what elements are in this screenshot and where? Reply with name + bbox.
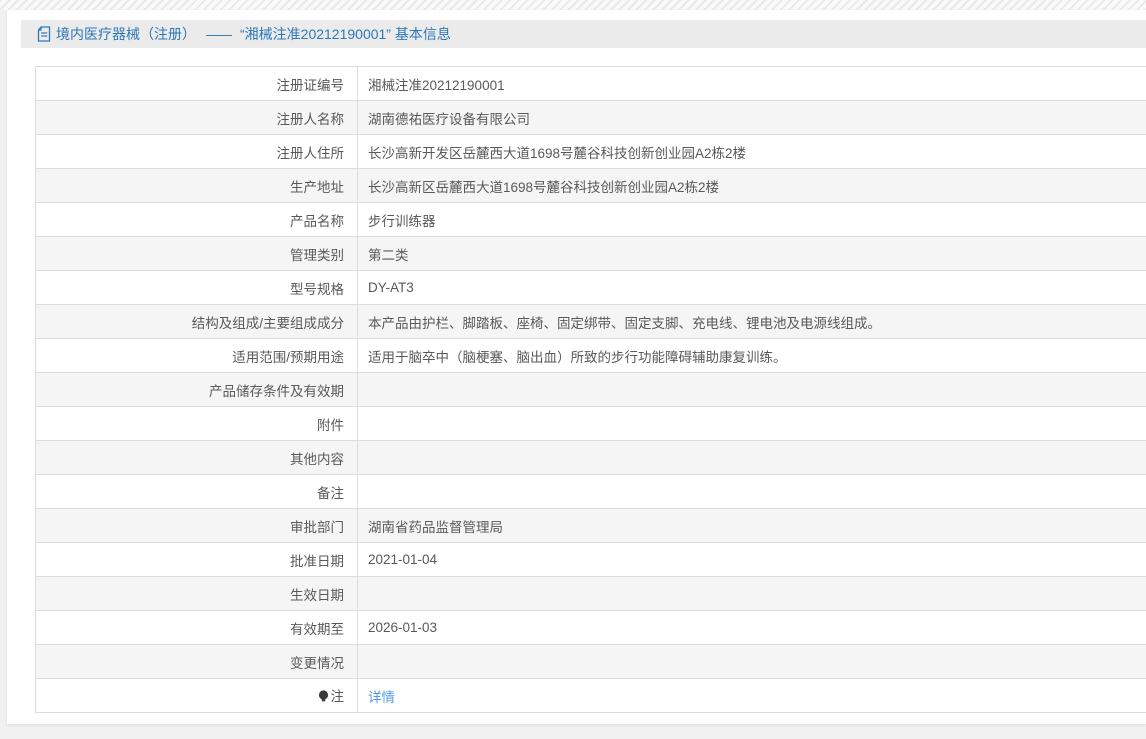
- row-label: 生效日期: [290, 587, 344, 603]
- row-value: 湘械注准20212190001: [368, 77, 505, 93]
- row-label: 产品储存条件及有效期: [209, 383, 344, 399]
- row-value: 步行训练器: [368, 213, 436, 229]
- row-value: 湖南省药品监督管理局: [368, 519, 503, 535]
- page-title-prefix: 境内医疗器械（注册）: [56, 26, 196, 42]
- table-row: 结构及组成/主要组成成分 本产品由护栏、脚踏板、座椅、固定绑带、固定支脚、充电线…: [35, 304, 1146, 339]
- page-title-bar: 境内医疗器械（注册） —— “湘械注准20212190001” 基本信息: [21, 20, 1146, 48]
- row-label: 管理类别: [290, 247, 344, 263]
- table-row: 生效日期: [35, 576, 1146, 611]
- row-value: 长沙高新区岳麓西大道1698号麓谷科技创新创业园A2栋2楼: [368, 179, 720, 195]
- row-value: 本产品由护栏、脚踏板、座椅、固定绑带、固定支脚、充电线、锂电池及电源线组成。: [368, 315, 881, 331]
- title-separator: ——: [206, 26, 232, 42]
- table-row: 其他内容: [35, 440, 1146, 475]
- page-title-cert-info: “湘械注准20212190001” 基本信息: [240, 26, 451, 42]
- table-row: 变更情况: [35, 644, 1146, 679]
- registration-info-table: 注册证编号 湘械注准20212190001 注册人名称 湖南德祐医疗设备有限公司: [35, 66, 1146, 713]
- table-row: 注 详情: [35, 678, 1146, 713]
- row-label: 变更情况: [290, 655, 344, 671]
- row-value: DY-AT3: [368, 280, 414, 295]
- row-label: 注册人住所: [276, 145, 345, 161]
- row-value: 2021-01-04: [368, 552, 438, 567]
- row-value: 长沙高新开发区岳麓西大道1698号麓谷科技创新创业园A2栋2楼: [368, 145, 747, 161]
- table-row: 附件: [35, 406, 1146, 441]
- row-label: 附件: [317, 417, 344, 433]
- table-row: 产品储存条件及有效期: [35, 372, 1146, 407]
- row-label: 型号规格: [290, 281, 344, 297]
- row-label: 备注: [317, 485, 344, 501]
- row-label: 注: [330, 689, 345, 704]
- details-link[interactable]: 详情: [368, 690, 395, 705]
- table-row: 有效期至 2026-01-03: [35, 610, 1146, 645]
- content-panel: 境内医疗器械（注册） —— “湘械注准20212190001” 基本信息 注册证…: [7, 10, 1146, 724]
- table-row: 管理类别 第二类: [35, 236, 1146, 271]
- row-label: 审批部门: [290, 519, 344, 535]
- row-label: 有效期至: [290, 621, 344, 637]
- row-label: 产品名称: [290, 213, 344, 229]
- row-label: 结构及组成/主要组成成分: [191, 315, 344, 331]
- row-value: 第二类: [368, 247, 409, 263]
- table-row: 审批部门 湖南省药品监督管理局: [35, 508, 1146, 543]
- row-label: 生产地址: [290, 179, 344, 195]
- table-row: 注册人名称 湖南德祐医疗设备有限公司: [35, 100, 1146, 135]
- row-label: 其他内容: [290, 451, 344, 467]
- document-icon: [37, 26, 51, 42]
- row-label: 适用范围/预期用途: [232, 349, 344, 365]
- table-row: 生产地址 长沙高新区岳麓西大道1698号麓谷科技创新创业园A2栋2楼: [35, 168, 1146, 203]
- row-label: 注册人名称: [276, 111, 345, 127]
- bulb-icon: [318, 690, 329, 706]
- table-row: 备注: [35, 474, 1146, 509]
- row-label: 注册证编号: [276, 77, 345, 93]
- table-row: 注册人住所 长沙高新开发区岳麓西大道1698号麓谷科技创新创业园A2栋2楼: [35, 134, 1146, 169]
- row-value: 2026-01-03: [368, 620, 438, 635]
- row-value: 湖南德祐医疗设备有限公司: [368, 111, 530, 127]
- table-row: 注册证编号 湘械注准20212190001: [35, 66, 1146, 101]
- page-top-stripe-texture: [0, 0, 1146, 10]
- row-value: 适用于脑卒中（脑梗塞、脑出血）所致的步行功能障碍辅助康复训练。: [368, 349, 787, 365]
- row-label: 批准日期: [290, 553, 344, 569]
- table-row: 适用范围/预期用途 适用于脑卒中（脑梗塞、脑出血）所致的步行功能障碍辅助康复训练…: [35, 338, 1146, 373]
- table-row: 型号规格 DY-AT3: [35, 270, 1146, 305]
- table-row: 产品名称 步行训练器: [35, 202, 1146, 237]
- table-row: 批准日期 2021-01-04: [35, 542, 1146, 577]
